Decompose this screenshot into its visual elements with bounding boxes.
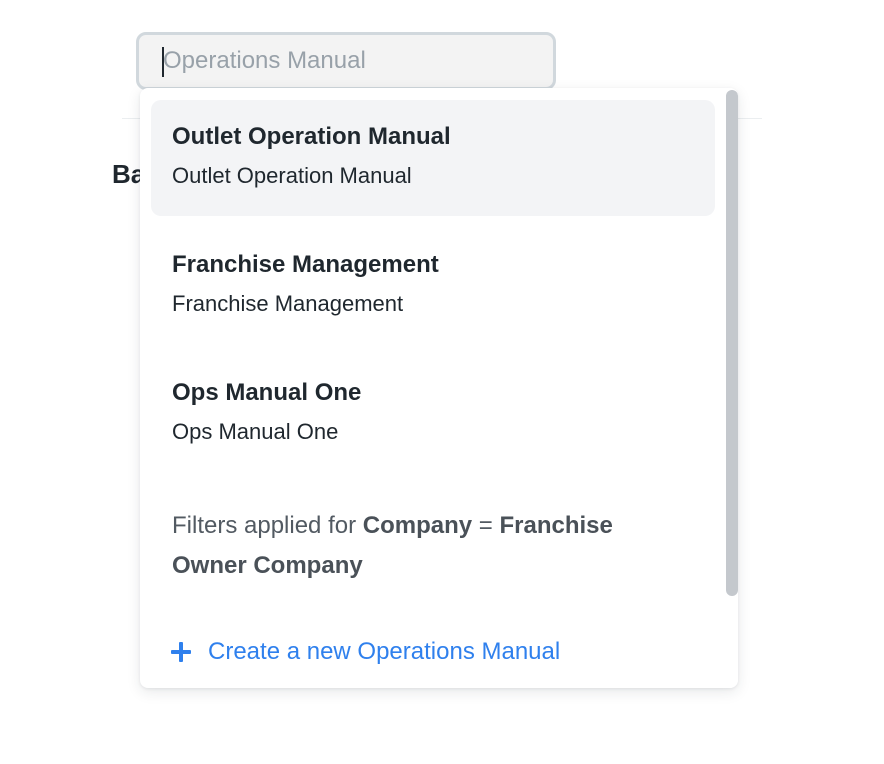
option-subtitle: Franchise Management <box>172 291 404 316</box>
text-caret <box>162 47 164 77</box>
option-list: Outlet Operation Manual Outlet Operation… <box>140 88 726 688</box>
option-ops-manual-one[interactable]: Ops Manual One Ops Manual One <box>151 356 715 472</box>
filters-applied-note: Filters applied for Company = Franchise … <box>172 506 692 586</box>
filters-field: Company <box>362 512 473 539</box>
option-franchise-management[interactable]: Franchise Management Franchise Managemen… <box>151 228 715 344</box>
filters-operator: = <box>478 512 493 539</box>
option-title: Franchise Management <box>172 251 439 278</box>
option-subtitle: Ops Manual One <box>172 419 339 444</box>
option-subtitle: Outlet Operation Manual <box>172 163 412 188</box>
create-new-label: Create a new Operations Manual <box>208 638 561 665</box>
page: Ba Outlet Operation Manual Outlet Operat… <box>0 0 884 764</box>
option-title: Outlet Operation Manual <box>172 123 451 150</box>
option-title: Ops Manual One <box>172 379 362 406</box>
scrollbar-track[interactable] <box>726 88 738 688</box>
background-heading-fragment: Ba <box>112 154 140 194</box>
create-new-button[interactable]: Create a new Operations Manual <box>170 634 560 670</box>
plus-icon <box>170 641 192 663</box>
filters-prefix: Filters applied for <box>172 512 357 539</box>
autocomplete-dropdown: Outlet Operation Manual Outlet Operation… <box>140 88 738 688</box>
background-heading-text: Ba <box>112 159 140 189</box>
search-input[interactable] <box>136 32 556 90</box>
option-outlet-operation-manual[interactable]: Outlet Operation Manual Outlet Operation… <box>151 100 715 216</box>
scrollbar-thumb[interactable] <box>726 90 738 596</box>
